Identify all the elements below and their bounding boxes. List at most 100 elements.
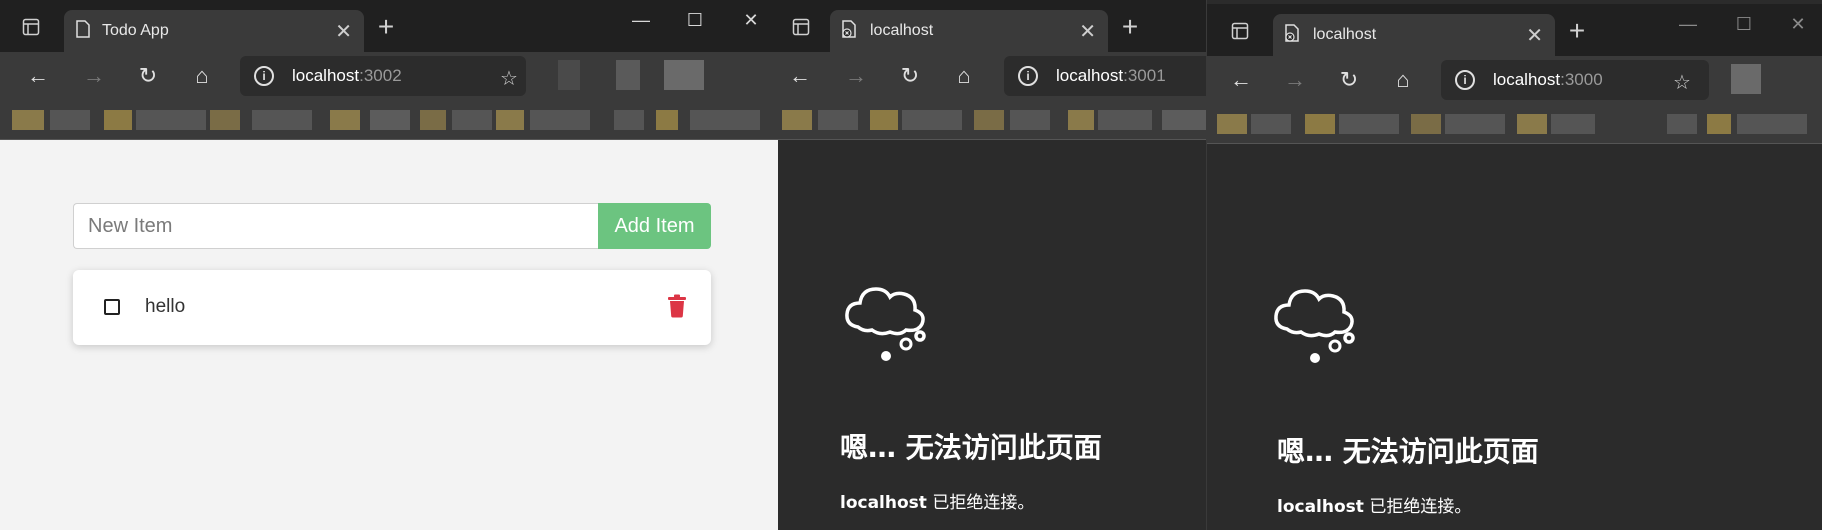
- bookmark-item[interactable]: [210, 110, 240, 130]
- refresh-icon[interactable]: ↻: [132, 60, 164, 92]
- extension-icon[interactable]: [1731, 64, 1761, 94]
- bookmark-item[interactable]: [782, 110, 812, 130]
- tab-actions-icon[interactable]: [1225, 16, 1255, 46]
- refresh-icon[interactable]: ↻: [894, 60, 926, 92]
- close-window-button[interactable]: ✕: [1783, 12, 1813, 36]
- extension-icon[interactable]: [664, 60, 704, 90]
- bookmark-item[interactable]: [1010, 110, 1050, 130]
- close-window-button[interactable]: ✕: [736, 8, 766, 32]
- trash-icon[interactable]: [667, 294, 687, 318]
- error-description: localhost 已拒绝连接。: [840, 488, 1034, 513]
- bookmark-item[interactable]: [690, 110, 760, 130]
- browser-chrome: localhost ✕ + ← → ↻ ⌂ i localhost:3001: [778, 0, 1206, 140]
- bookmark-item[interactable]: [136, 110, 206, 130]
- tab-localhost[interactable]: localhost ✕: [1273, 14, 1555, 56]
- bookmark-item[interactable]: [1068, 110, 1094, 130]
- new-tab-button[interactable]: +: [1563, 17, 1591, 45]
- page-icon: [76, 19, 90, 43]
- bookmark-item[interactable]: [614, 110, 644, 130]
- minimize-button[interactable]: —: [1673, 12, 1703, 36]
- extension-icon[interactable]: [616, 60, 640, 90]
- new-tab-button[interactable]: +: [372, 13, 400, 41]
- bookmark-item[interactable]: [1217, 114, 1247, 134]
- bookmark-item[interactable]: [870, 110, 898, 130]
- bookmark-item[interactable]: [1445, 114, 1505, 134]
- back-arrow-icon[interactable]: ←: [1225, 64, 1257, 96]
- bookmark-item[interactable]: [420, 110, 446, 130]
- tab-title: Todo App: [102, 22, 169, 39]
- tab-title: localhost: [1313, 26, 1377, 43]
- toolbar: ← → ↻ ⌂ i localhost:3001: [778, 52, 1206, 100]
- bookmark-item[interactable]: [1551, 114, 1595, 134]
- extension-icon[interactable]: [558, 60, 580, 90]
- forward-arrow-icon[interactable]: →: [78, 60, 110, 92]
- bookmark-item[interactable]: [1339, 114, 1399, 134]
- info-icon[interactable]: i: [1018, 66, 1038, 86]
- favorite-star-icon[interactable]: ☆: [1673, 70, 1691, 95]
- bookmark-item[interactable]: [1667, 114, 1697, 134]
- home-icon[interactable]: ⌂: [1387, 64, 1419, 96]
- maximize-button[interactable]: ☐: [680, 8, 710, 32]
- bookmark-item[interactable]: [656, 110, 678, 130]
- browser-chrome: Todo App ✕ + — ☐ ✕ ← → ↻ ⌂ i localhost:3…: [0, 0, 778, 140]
- new-tab-button[interactable]: +: [1116, 13, 1144, 41]
- todo-item: hello: [73, 270, 711, 345]
- browser-window-todo: Todo App ✕ + — ☐ ✕ ← → ↻ ⌂ i localhost:3…: [0, 0, 778, 530]
- bookmark-item[interactable]: [496, 110, 524, 130]
- info-icon[interactable]: i: [254, 66, 274, 86]
- close-tab-icon[interactable]: ✕: [335, 19, 352, 44]
- back-arrow-icon[interactable]: ←: [784, 60, 816, 92]
- bookmark-item[interactable]: [1411, 114, 1441, 134]
- bookmark-item[interactable]: [50, 110, 90, 130]
- tab-strip: localhost ✕ +: [778, 0, 1206, 52]
- bookmark-item[interactable]: [1737, 114, 1807, 134]
- tab-strip: localhost ✕ + — ☐ ✕: [1207, 4, 1822, 56]
- tab-todo-app[interactable]: Todo App ✕: [64, 10, 364, 52]
- favorite-star-icon[interactable]: ☆: [500, 66, 518, 91]
- bookmark-item[interactable]: [902, 110, 962, 130]
- address-bar[interactable]: i localhost:3000: [1441, 60, 1709, 100]
- close-tab-icon[interactable]: ✕: [1079, 19, 1096, 44]
- bookmark-item[interactable]: [12, 110, 44, 130]
- address-bar[interactable]: i localhost:3001: [1004, 56, 1206, 96]
- bookmark-item[interactable]: [1162, 110, 1206, 130]
- tab-actions-icon[interactable]: [786, 12, 816, 42]
- item-checkbox[interactable]: [104, 299, 120, 315]
- bookmark-item[interactable]: [1517, 114, 1547, 134]
- forward-arrow-icon[interactable]: →: [1279, 64, 1311, 96]
- new-item-input[interactable]: [73, 203, 598, 249]
- minimize-button[interactable]: —: [626, 8, 656, 32]
- add-item-button[interactable]: Add Item: [598, 203, 711, 249]
- info-icon[interactable]: i: [1455, 70, 1475, 90]
- home-icon[interactable]: ⌂: [186, 60, 218, 92]
- tab-localhost[interactable]: localhost ✕: [830, 10, 1108, 52]
- bookmark-item[interactable]: [104, 110, 132, 130]
- bookmark-item[interactable]: [1098, 110, 1152, 130]
- bookmark-item[interactable]: [1707, 114, 1731, 134]
- back-arrow-icon[interactable]: ←: [22, 60, 54, 92]
- bookmark-item[interactable]: [1305, 114, 1335, 134]
- home-icon[interactable]: ⌂: [948, 60, 980, 92]
- bookmark-item[interactable]: [530, 110, 590, 130]
- bookmark-item[interactable]: [974, 110, 1004, 130]
- error-host: localhost: [840, 493, 927, 513]
- bookmark-item[interactable]: [252, 110, 312, 130]
- address-bar[interactable]: i localhost:3002: [240, 56, 526, 96]
- address-host: localhost: [292, 66, 360, 85]
- maximize-button[interactable]: ☐: [1729, 12, 1759, 36]
- bookmark-item[interactable]: [1251, 114, 1291, 134]
- thought-cloud-icon: [838, 272, 938, 372]
- bookmark-item[interactable]: [818, 110, 858, 130]
- refresh-icon[interactable]: ↻: [1333, 64, 1365, 96]
- address-host: localhost: [1493, 70, 1561, 89]
- tab-actions-icon[interactable]: [16, 12, 46, 42]
- todo-app: Add Item hello: [0, 140, 778, 530]
- forward-arrow-icon[interactable]: →: [840, 60, 872, 92]
- close-tab-icon[interactable]: ✕: [1526, 23, 1543, 48]
- bookmark-item[interactable]: [452, 110, 492, 130]
- browser-window-3001: localhost ✕ + ← → ↻ ⌂ i localhost:3001: [778, 0, 1206, 530]
- error-page-icon: [1285, 23, 1301, 47]
- bookmark-item[interactable]: [370, 110, 410, 130]
- browser-chrome: localhost ✕ + — ☐ ✕ ← → ↻ ⌂ i localhost:…: [1207, 4, 1822, 144]
- bookmark-item[interactable]: [330, 110, 360, 130]
